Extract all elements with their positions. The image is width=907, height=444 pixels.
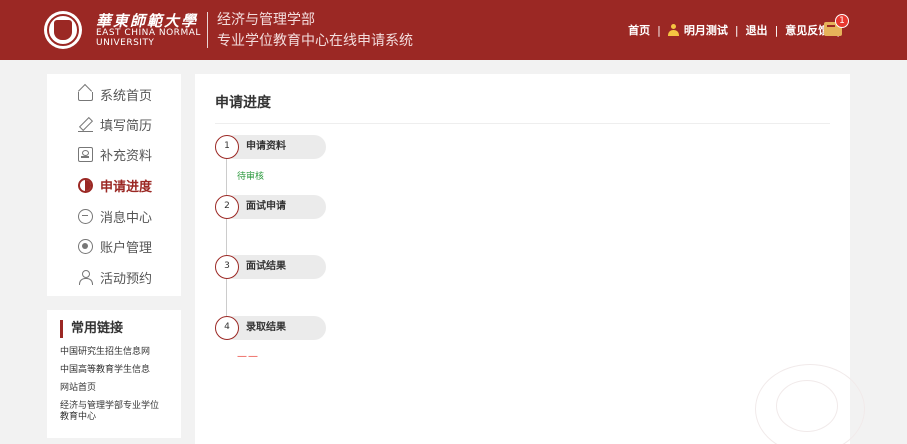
user-icon xyxy=(667,24,679,36)
home-icon xyxy=(78,92,93,101)
progress-icon xyxy=(78,177,93,193)
common-links-panel: 常用链接 中国研究生招生信息网 中国高等教育学生信息 网站首页 经济与管理学部专… xyxy=(47,310,181,438)
step-label: 面试申请 xyxy=(246,201,286,212)
link-line: 经济与管理学部专业学位 xyxy=(60,401,160,411)
step-4-status: —— xyxy=(237,351,259,362)
sidebar-item-documents[interactable]: 补充资料 xyxy=(78,144,152,164)
step-number: 3 xyxy=(215,255,239,279)
nav-logout-link[interactable]: 退出 xyxy=(746,22,768,38)
step-label: 申请资料 xyxy=(246,141,286,152)
step-1-status: 待审核 xyxy=(237,172,265,182)
seal-emblem xyxy=(54,20,72,40)
step-number: 4 xyxy=(215,316,239,340)
timeline-line xyxy=(226,150,227,324)
sidebar-item-label: 填写简历 xyxy=(100,118,153,134)
page-title: 申请进度 xyxy=(215,95,271,111)
step-label: 面试结果 xyxy=(246,261,286,272)
link-homepage[interactable]: 网站首页 xyxy=(60,383,96,394)
main-panel: 申请进度 1 申请资料 待审核 2 面试申请 3 面试结果 4 录取结果 —— xyxy=(195,74,865,444)
system-title-line2: 专业学位教育中心在线申请系统 xyxy=(217,33,413,49)
sidebar-item-home[interactable]: 系统首页 xyxy=(78,84,152,104)
top-nav: 首页 | 明月测试 | 退出 | 意见反馈 | xyxy=(628,20,847,40)
top-header: 華東師範大學 EAST CHINA NORMAL UNIVERSITY 经济与管… xyxy=(0,0,907,60)
sidebar-item-label: 账户管理 xyxy=(100,240,153,256)
link-professional-degree-center[interactable]: 经济与管理学部专业学位 教育中心 xyxy=(60,401,159,423)
title-divider xyxy=(215,123,830,124)
nav-separator: | xyxy=(657,23,661,37)
university-seal-logo[interactable] xyxy=(44,11,82,49)
sidebar-item-progress[interactable]: 申请进度 xyxy=(78,175,152,195)
message-icon xyxy=(78,208,93,224)
sidebar-item-label: 系统首页 xyxy=(100,88,153,104)
nav-home-link[interactable]: 首页 xyxy=(628,22,650,38)
nav-separator: | xyxy=(774,23,779,37)
system-title-line1: 经济与管理学部 xyxy=(217,12,315,28)
decorative-watermark xyxy=(755,364,865,444)
sidebar-item-label: 申请进度 xyxy=(100,179,153,195)
header-divider xyxy=(207,12,208,48)
event-icon xyxy=(78,269,93,285)
account-icon xyxy=(78,238,93,254)
link-line: 教育中心 xyxy=(60,412,97,422)
link-graduate-admission[interactable]: 中国研究生招生信息网 xyxy=(60,347,150,358)
nav-separator: | xyxy=(734,23,739,37)
sidebar-item-label: 补充资料 xyxy=(100,148,153,164)
step-number: 1 xyxy=(215,135,239,159)
edit-icon xyxy=(78,117,93,132)
sidebar-item-label: 消息中心 xyxy=(100,210,153,226)
nav-user-link[interactable]: 明月测试 xyxy=(684,22,728,38)
document-icon xyxy=(78,146,93,162)
step-number: 2 xyxy=(215,195,239,219)
sidebar-item-resume[interactable]: 填写简历 xyxy=(78,114,152,134)
links-title: 常用链接 xyxy=(60,320,123,338)
university-name-en-line2: UNIVERSITY xyxy=(96,38,155,48)
sidebar-item-events[interactable]: 活动预约 xyxy=(78,267,152,287)
sidebar-item-messages[interactable]: 消息中心 xyxy=(78,206,152,226)
link-higher-education-info[interactable]: 中国高等教育学生信息 xyxy=(60,365,150,376)
nav-feedback-link[interactable]: 意见反馈 xyxy=(785,22,829,38)
message-count-badge: 1 xyxy=(835,14,849,28)
sidebar-item-label: 活动预约 xyxy=(100,271,153,287)
sidebar-item-account[interactable]: 账户管理 xyxy=(78,236,152,256)
step-label: 录取结果 xyxy=(246,322,286,333)
sidebar-menu: 系统首页 填写简历 补充资料 申请进度 消息中心 账户管理 活动预约 xyxy=(47,74,181,296)
